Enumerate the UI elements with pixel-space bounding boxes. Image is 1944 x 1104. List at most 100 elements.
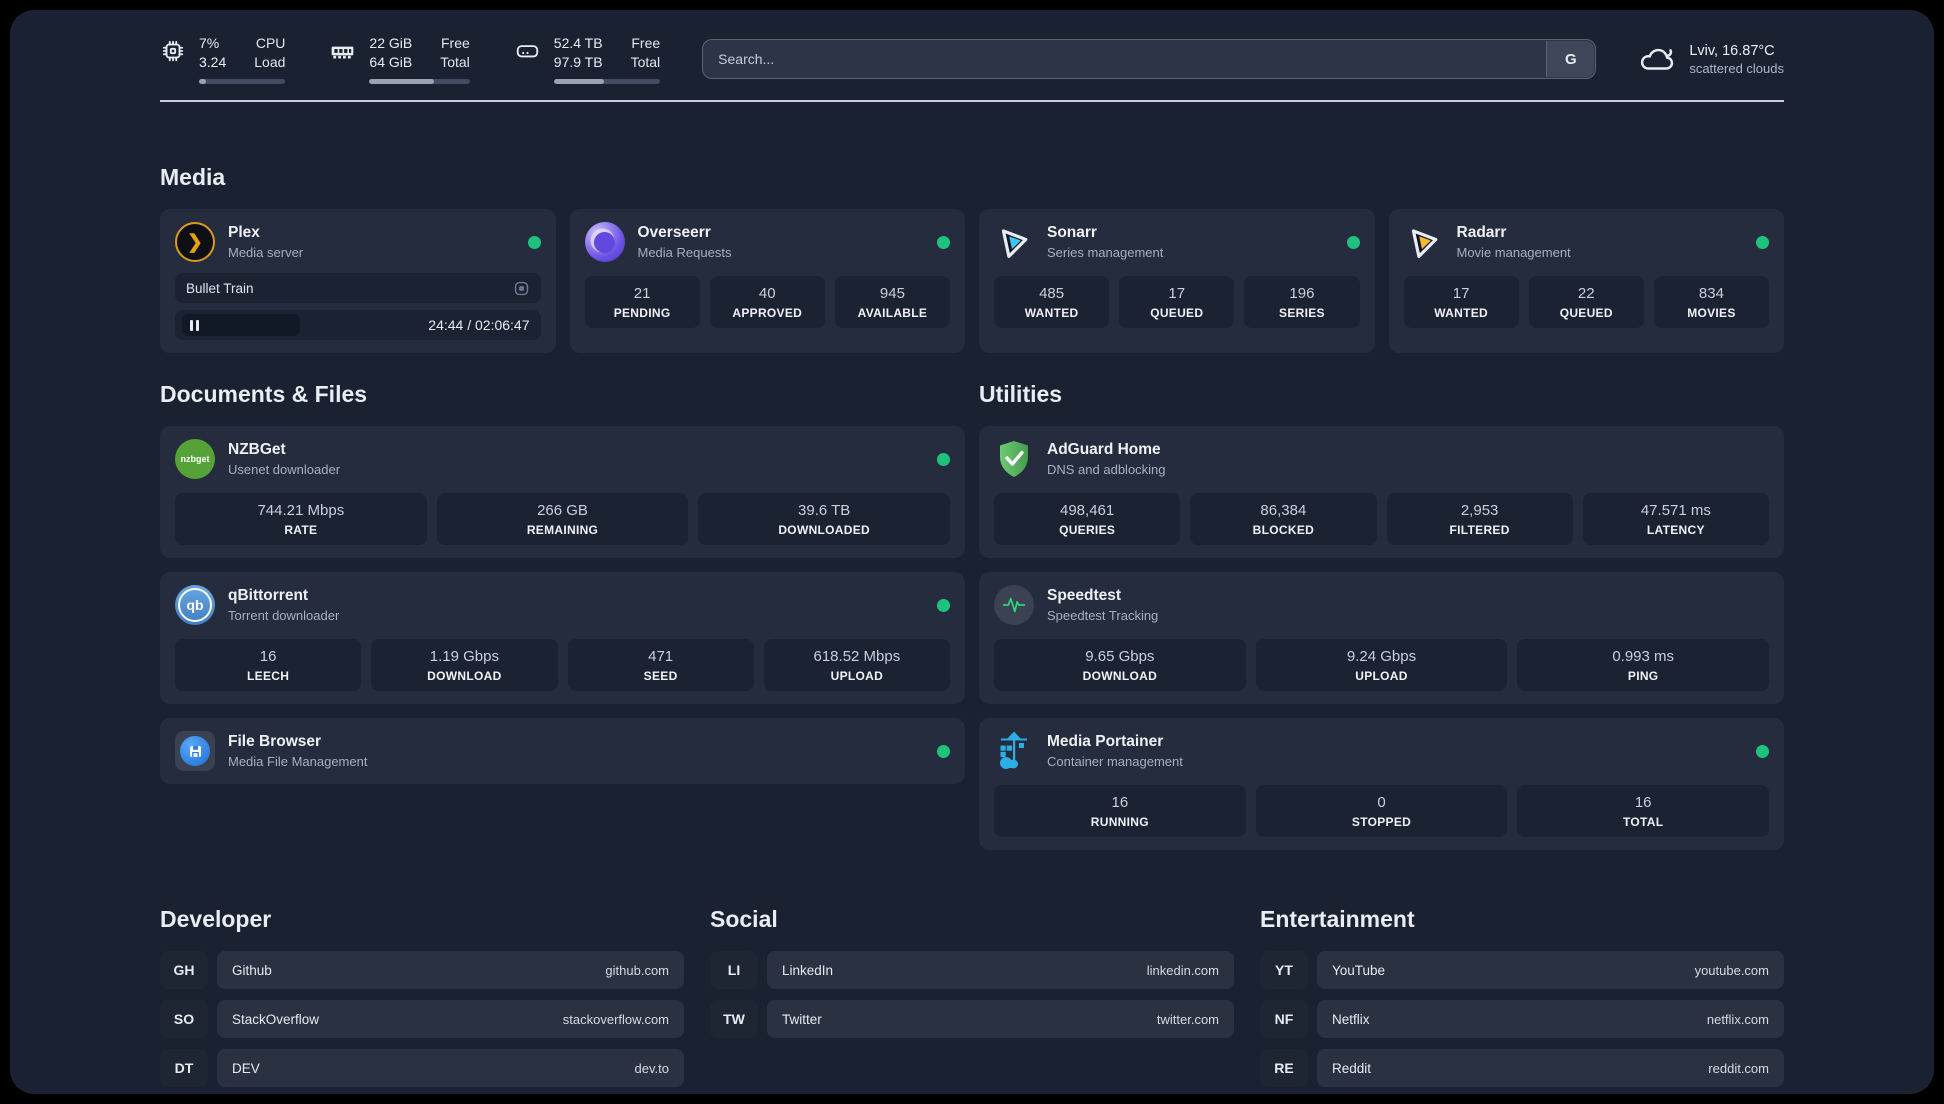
stat-label: SEED (643, 669, 678, 683)
radarr-card[interactable]: Radarr Movie management 17 WANTED 22 QUE… (1388, 209, 1784, 353)
cpu-progress-bar (199, 79, 286, 84)
stat-label: BLOCKED (1252, 523, 1315, 537)
bookmark-name: Github (232, 962, 272, 978)
stat-value: 9.24 Gbps (1346, 648, 1417, 665)
stat-label: STOPPED (1351, 815, 1412, 829)
cpu-loadavg: 3.24 (199, 54, 227, 70)
bookmark-twitter[interactable]: TW Twitter twitter.com (710, 1000, 1234, 1038)
search-bar: G (702, 39, 1597, 79)
disk-label-2: Total (630, 54, 661, 70)
search-input[interactable] (702, 39, 1597, 79)
stat-value: 16 (1634, 794, 1652, 811)
nzbget-card[interactable]: nzbget NZBGet Usenet downloader 744.21 M… (160, 426, 965, 558)
app-subtitle: Media File Management (228, 754, 368, 769)
stat-label: FILTERED (1449, 523, 1510, 537)
cpu-usage: 7% (199, 35, 220, 51)
overseerr-card[interactable]: Overseerr Media Requests 21 PENDING 40 A… (569, 209, 965, 353)
stat-tile: 266 GB REMAINING (436, 493, 689, 545)
bookmark-abbr: SO (160, 1000, 208, 1038)
ram-icon (332, 46, 354, 59)
stat-label: TOTAL (1622, 815, 1664, 829)
bookmark-reddit[interactable]: RE Reddit reddit.com (1260, 1049, 1784, 1087)
stat-value: 17 (1452, 285, 1470, 302)
stat-tile: 0.993 ms PING (1517, 639, 1770, 691)
bookmark-name: DEV (232, 1060, 260, 1076)
app-subtitle: Usenet downloader (228, 462, 341, 477)
stat-value: 0.993 ms (1612, 648, 1675, 665)
stat-label: QUEUED (1150, 306, 1204, 320)
stat-tile: 471 SEED (567, 639, 754, 691)
app-name: File Browser (228, 733, 322, 750)
stat-label: REMAINING (526, 523, 599, 537)
stat-tile: 2,953 FILTERED (1386, 493, 1573, 545)
status-dot (937, 744, 950, 758)
app-subtitle: Media server (228, 245, 304, 260)
stat-label: DOWNLOAD (1082, 669, 1158, 683)
stat-tile: 0 STOPPED (1255, 785, 1508, 837)
stat-value: 1.19 Gbps (429, 648, 499, 665)
stat-value: 618.52 Mbps (813, 648, 901, 665)
stat-label: DOWNLOADED (778, 523, 871, 537)
stat-label: SERIES (1279, 306, 1325, 320)
bookmark-dev[interactable]: DT DEV dev.to (160, 1049, 684, 1087)
bookmark-abbr: RE (1260, 1049, 1308, 1087)
stat-label: LEECH (247, 669, 290, 683)
stat-tile: 16 RUNNING (994, 785, 1246, 837)
stat-tile: 86,384 BLOCKED (1190, 493, 1377, 545)
speedtest-icon (994, 585, 1034, 625)
stat-value: 16 (1111, 794, 1129, 811)
stat-label: WANTED (1024, 306, 1079, 320)
stat-label: AVAILABLE (857, 306, 928, 320)
bookmark-url: youtube.com (1694, 962, 1769, 978)
stat-label: APPROVED (732, 306, 803, 320)
stat-tile: 39.6 TB DOWNLOADED (698, 493, 951, 545)
status-dot (937, 235, 950, 249)
bookmark-name: Netflix (1332, 1011, 1370, 1027)
app-name: Sonarr (1047, 224, 1097, 241)
bookmark-stackoverflow[interactable]: SO StackOverflow stackoverflow.com (160, 1000, 684, 1038)
bookmark-abbr: YT (1260, 951, 1308, 989)
stat-value: 471 (648, 648, 674, 665)
stat-value: 744.21 Mbps (257, 502, 345, 519)
stat-tile: 945 AVAILABLE (834, 276, 951, 328)
stat-label: QUERIES (1059, 523, 1116, 537)
bookmark-url: reddit.com (1708, 1060, 1769, 1076)
stat-label: RATE (284, 523, 318, 537)
stat-value: 40 (758, 285, 776, 302)
speedtest-card[interactable]: Speedtest Speedtest Tracking 9.65 Gbps D… (979, 572, 1784, 704)
utilities-section-title: Utilities (979, 381, 1063, 407)
bookmark-abbr: LI (710, 951, 758, 989)
bookmark-youtube[interactable]: YT YouTube youtube.com (1260, 951, 1784, 989)
bookmark-name: Twitter (782, 1011, 822, 1027)
disk-stat: 52.4 TB 97.9 TB Free Total (514, 34, 661, 84)
app-subtitle: Series management (1047, 245, 1164, 260)
pause-button[interactable] (182, 314, 300, 336)
adguard-card[interactable]: AdGuard Home DNS and adblocking 498,461 … (979, 426, 1784, 558)
google-search-button[interactable]: G (1546, 41, 1595, 77)
session-icon[interactable] (513, 280, 530, 297)
bookmark-netflix[interactable]: NF Netflix netflix.com (1260, 1000, 1784, 1038)
sonarr-card[interactable]: Sonarr Series management 485 WANTED 17 Q… (979, 209, 1375, 353)
cpu-label-2: Load (254, 54, 286, 70)
ram-label-2: Total (440, 54, 470, 70)
portainer-card[interactable]: Media Portainer Container management 16 … (979, 718, 1784, 850)
stat-tile: 21 PENDING (584, 276, 700, 328)
app-subtitle: Media Requests (637, 245, 732, 260)
bookmark-github[interactable]: GH Github github.com (160, 951, 684, 989)
stat-label: RUNNING (1090, 815, 1149, 829)
app-subtitle: Speedtest Tracking (1047, 608, 1159, 623)
stat-tile: 618.52 Mbps UPLOAD (763, 639, 950, 691)
bookmark-linkedin[interactable]: LI LinkedIn linkedin.com (710, 951, 1234, 989)
stat-tile: 16 TOTAL (1517, 785, 1770, 837)
ram-label-1: Free (441, 35, 470, 51)
ram-total: 64 GiB (369, 54, 413, 70)
qbittorrent-card[interactable]: qb qBittorrent Torrent downloader 16 LEE… (160, 572, 965, 704)
status-dot (1756, 744, 1769, 758)
plex-card[interactable]: ❯ Plex Media server Bullet Train 24:44 /… (160, 209, 556, 353)
bookmark-group-social: Social LI LinkedIn linkedin.com TW Twitt… (710, 906, 1234, 1087)
filebrowser-card[interactable]: File Browser Media File Management (160, 718, 965, 784)
app-name: Media Portainer (1047, 733, 1164, 750)
weather-widget: Lviv, 16.87°C scattered clouds (1638, 43, 1784, 76)
entertainment-section-title: Entertainment (1260, 906, 1415, 932)
status-dot (527, 235, 541, 249)
